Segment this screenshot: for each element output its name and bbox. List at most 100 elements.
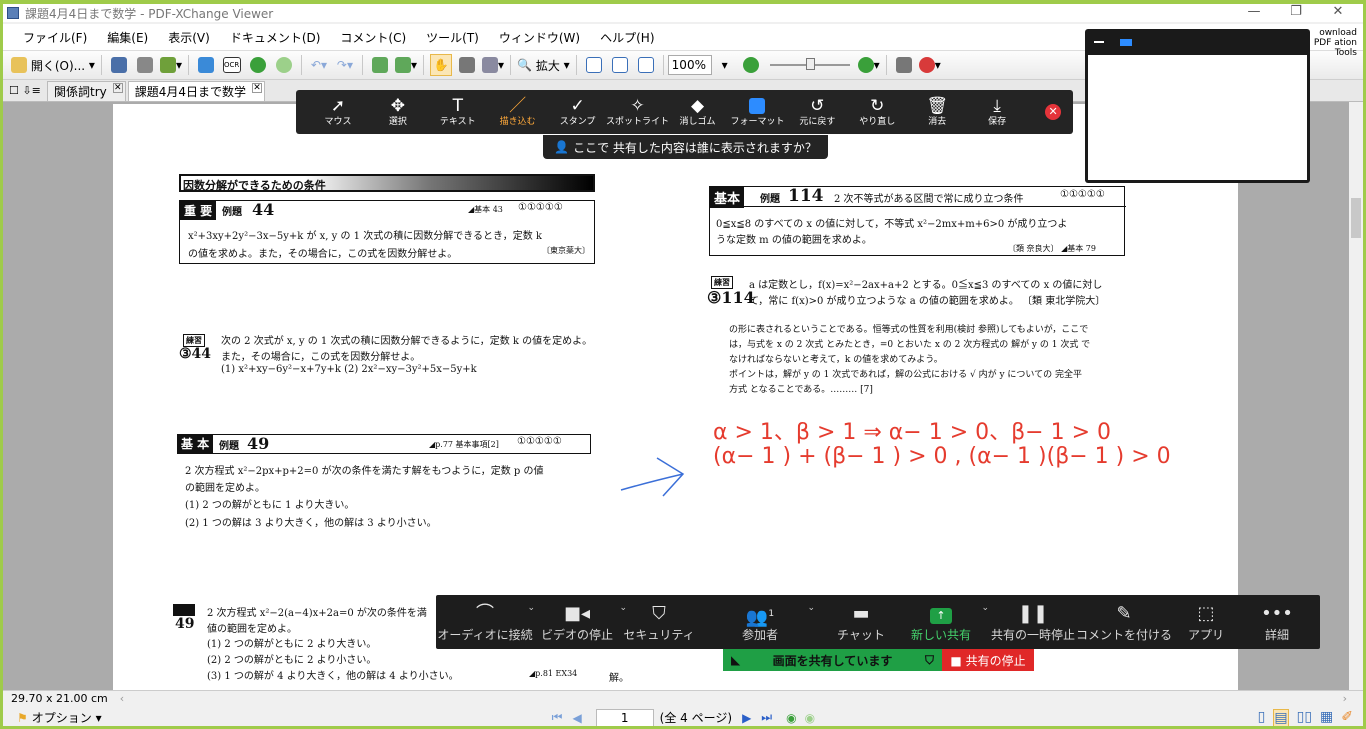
pause-share-button[interactable]: ❚❚ 共有の一時停止 xyxy=(985,595,1081,649)
tab-kadai[interactable]: 課題4月4日まで数学 ✕ xyxy=(127,81,266,101)
hand-icon: ✋ xyxy=(433,58,449,72)
format-color-icon xyxy=(749,96,766,116)
menu-document[interactable]: ドキュメント(D) xyxy=(220,29,331,46)
practice-number: ③44 xyxy=(179,346,212,362)
tab-list-icon[interactable]: ☐ ⇩≡ xyxy=(3,84,47,97)
zoom-dropdown[interactable]: ▾ xyxy=(714,54,736,76)
fit-width-button[interactable] xyxy=(635,54,657,76)
vertical-scrollbar[interactable] xyxy=(1349,102,1363,690)
layout-facing-continuous-icon[interactable]: ▦ xyxy=(1320,709,1333,727)
annotate-undo[interactable]: ↺ 元に戻す xyxy=(791,96,843,128)
annotate-clear[interactable]: 🗑 消去 xyxy=(911,96,963,128)
annotate-close-icon[interactable]: ✕ xyxy=(1045,104,1062,120)
rotate-left-button[interactable] xyxy=(369,54,391,76)
page-number-input[interactable]: 1 xyxy=(595,708,654,726)
zoom-level-input[interactable]: 100% xyxy=(667,55,712,75)
forward-button[interactable] xyxy=(273,54,295,76)
annotate-redo[interactable]: ↻ やり直し xyxy=(851,96,903,128)
menu-edit[interactable]: 編集(E) xyxy=(97,29,158,46)
scroll-left-icon[interactable]: ‹ xyxy=(120,692,124,705)
rotate-right-icon xyxy=(394,57,411,73)
menu-file[interactable]: ファイル(F) xyxy=(13,29,97,46)
difficulty-rating: ①①①①① xyxy=(517,436,562,447)
prev-page-button[interactable]: ◀ xyxy=(572,711,581,725)
scan-button[interactable] xyxy=(195,54,217,76)
export-button[interactable]: ▾ xyxy=(159,54,182,76)
fit-page-button[interactable] xyxy=(609,54,631,76)
participants-button[interactable]: 👥1 参加者 ⌄ xyxy=(695,595,825,649)
scrollbar-thumb[interactable] xyxy=(1351,198,1361,238)
problem-text: うな定数 m の値の範囲を求めよ。 xyxy=(716,235,872,246)
annotate-text[interactable]: T テキスト xyxy=(432,96,484,128)
spell-button[interactable]: ▾ xyxy=(918,54,941,76)
zoom-slider[interactable] xyxy=(769,58,850,70)
annotate-mouse[interactable]: ➚ マウス xyxy=(312,96,364,128)
annotate-draw[interactable]: ／描き込む xyxy=(492,96,544,128)
options-button[interactable]: オプション ▾ xyxy=(32,709,102,726)
apps-icon: ⬚ xyxy=(1197,602,1215,624)
apps-button[interactable]: ⬚ アプリ xyxy=(1167,595,1245,649)
menu-comment[interactable]: コメント(C) xyxy=(330,29,416,46)
annotate-stamp[interactable]: ✓ スタンプ xyxy=(552,96,604,128)
back-button[interactable] xyxy=(247,54,269,76)
annotate-button[interactable]: ✎ コメントを付ける xyxy=(1076,595,1172,649)
zoom-out-button[interactable] xyxy=(740,54,762,76)
minimize-icon[interactable]: — xyxy=(1236,4,1272,22)
audio-button[interactable]: ⌒ オーディオに接続 ⌄ xyxy=(437,595,535,649)
stop-video-button[interactable]: ■◂ ビデオの停止 ⌄ xyxy=(531,595,627,649)
menu-help[interactable]: ヘルプ(H) xyxy=(590,29,664,46)
layout-facing-icon[interactable]: ▯▯ xyxy=(1297,709,1312,727)
menu-window[interactable]: ウィンドウ(W) xyxy=(489,29,590,46)
save-button[interactable] xyxy=(108,54,130,76)
restore-icon[interactable]: ❐ xyxy=(1278,4,1314,22)
history-forward-button[interactable]: ◉ xyxy=(805,711,815,725)
menu-view[interactable]: 表示(V) xyxy=(158,29,220,46)
annotate-format[interactable]: フォーマット xyxy=(730,96,784,128)
annotate-select[interactable]: ✥ 選択 xyxy=(372,96,424,128)
hand-tool-button[interactable]: ✋ xyxy=(430,54,452,76)
next-page-button[interactable]: ▶ xyxy=(742,711,751,725)
minimize-icon[interactable] xyxy=(1094,41,1104,43)
more-button[interactable]: ••• 詳細 xyxy=(1245,595,1309,649)
annotate-toolbar: ➚ マウス ✥ 選択 T テキスト ／描き込む ✓ スタンプ ✧ スポットライト ◆ 消しゴ… xyxy=(296,90,1073,134)
zoom-in-tool[interactable]: 🔍 拡大 ▾ xyxy=(517,54,570,76)
history-back-button[interactable]: ◉ xyxy=(786,711,796,725)
last-page-button[interactable]: ⏭ xyxy=(761,710,772,725)
select-tool-button[interactable]: ▾ xyxy=(482,54,504,76)
stop-share-button[interactable]: ■ 共有の停止 xyxy=(942,649,1034,671)
scroll-right-icon[interactable]: › xyxy=(1343,692,1347,705)
layout-single-icon[interactable]: ▯ xyxy=(1258,709,1266,727)
ocr-button[interactable]: OCR xyxy=(221,54,243,76)
print-button[interactable] xyxy=(134,54,156,76)
tab-close-icon[interactable]: ✕ xyxy=(112,83,123,93)
tab-close-icon[interactable]: ✕ xyxy=(252,83,263,93)
example-title: 2 次不等式がある区間で常に成り立つ条件 xyxy=(834,194,1024,205)
new-share-button[interactable]: ↑ 新しい共有 ⌄ xyxy=(897,595,989,649)
practice-text: (2) 2 つの解がともに 2 より小さい。 xyxy=(207,655,377,666)
first-page-button[interactable]: ⏮ xyxy=(552,710,563,725)
expand-icon[interactable] xyxy=(1120,39,1132,46)
zoom-in-button[interactable]: ▾ xyxy=(857,54,880,76)
close-icon[interactable]: ✕ xyxy=(1320,4,1356,22)
annotate-spotlight[interactable]: ✧ スポットライト xyxy=(606,96,669,128)
find-button[interactable] xyxy=(893,54,915,76)
redo-button[interactable]: ↷▾ xyxy=(334,54,356,76)
rotate-right-button[interactable]: ▾ xyxy=(394,54,417,76)
annotate-eraser[interactable]: ◆ 消しゴム xyxy=(672,96,724,128)
chevron-down-icon[interactable]: ⌄ xyxy=(807,603,815,613)
actual-size-button[interactable] xyxy=(583,54,605,76)
tab-kankeishi[interactable]: 関係詞try ✕ xyxy=(47,81,126,101)
layout-continuous-icon[interactable]: ▤ xyxy=(1273,708,1289,726)
who-can-see-banner[interactable]: 👤 ここで 共有した内容は誰に表示されますか？ xyxy=(543,135,828,159)
highlight-tool-icon[interactable]: ✐ xyxy=(1341,709,1353,727)
example-number: 114 xyxy=(788,186,824,206)
annotate-save[interactable]: ⤓ 保存 xyxy=(971,96,1023,128)
menu-tools[interactable]: ツール(T) xyxy=(416,29,489,46)
zoom-slider-knob[interactable] xyxy=(805,58,815,70)
undo-button[interactable]: ↶▾ xyxy=(308,54,330,76)
zoom-mini-window[interactable] xyxy=(1085,29,1310,183)
open-button[interactable]: 開く(O)... ▾ xyxy=(11,54,95,76)
chat-button[interactable]: ▬ チャット xyxy=(825,595,897,649)
security-button[interactable]: ⛉ セキュリティ xyxy=(623,595,695,649)
snapshot-button[interactable] xyxy=(456,54,478,76)
